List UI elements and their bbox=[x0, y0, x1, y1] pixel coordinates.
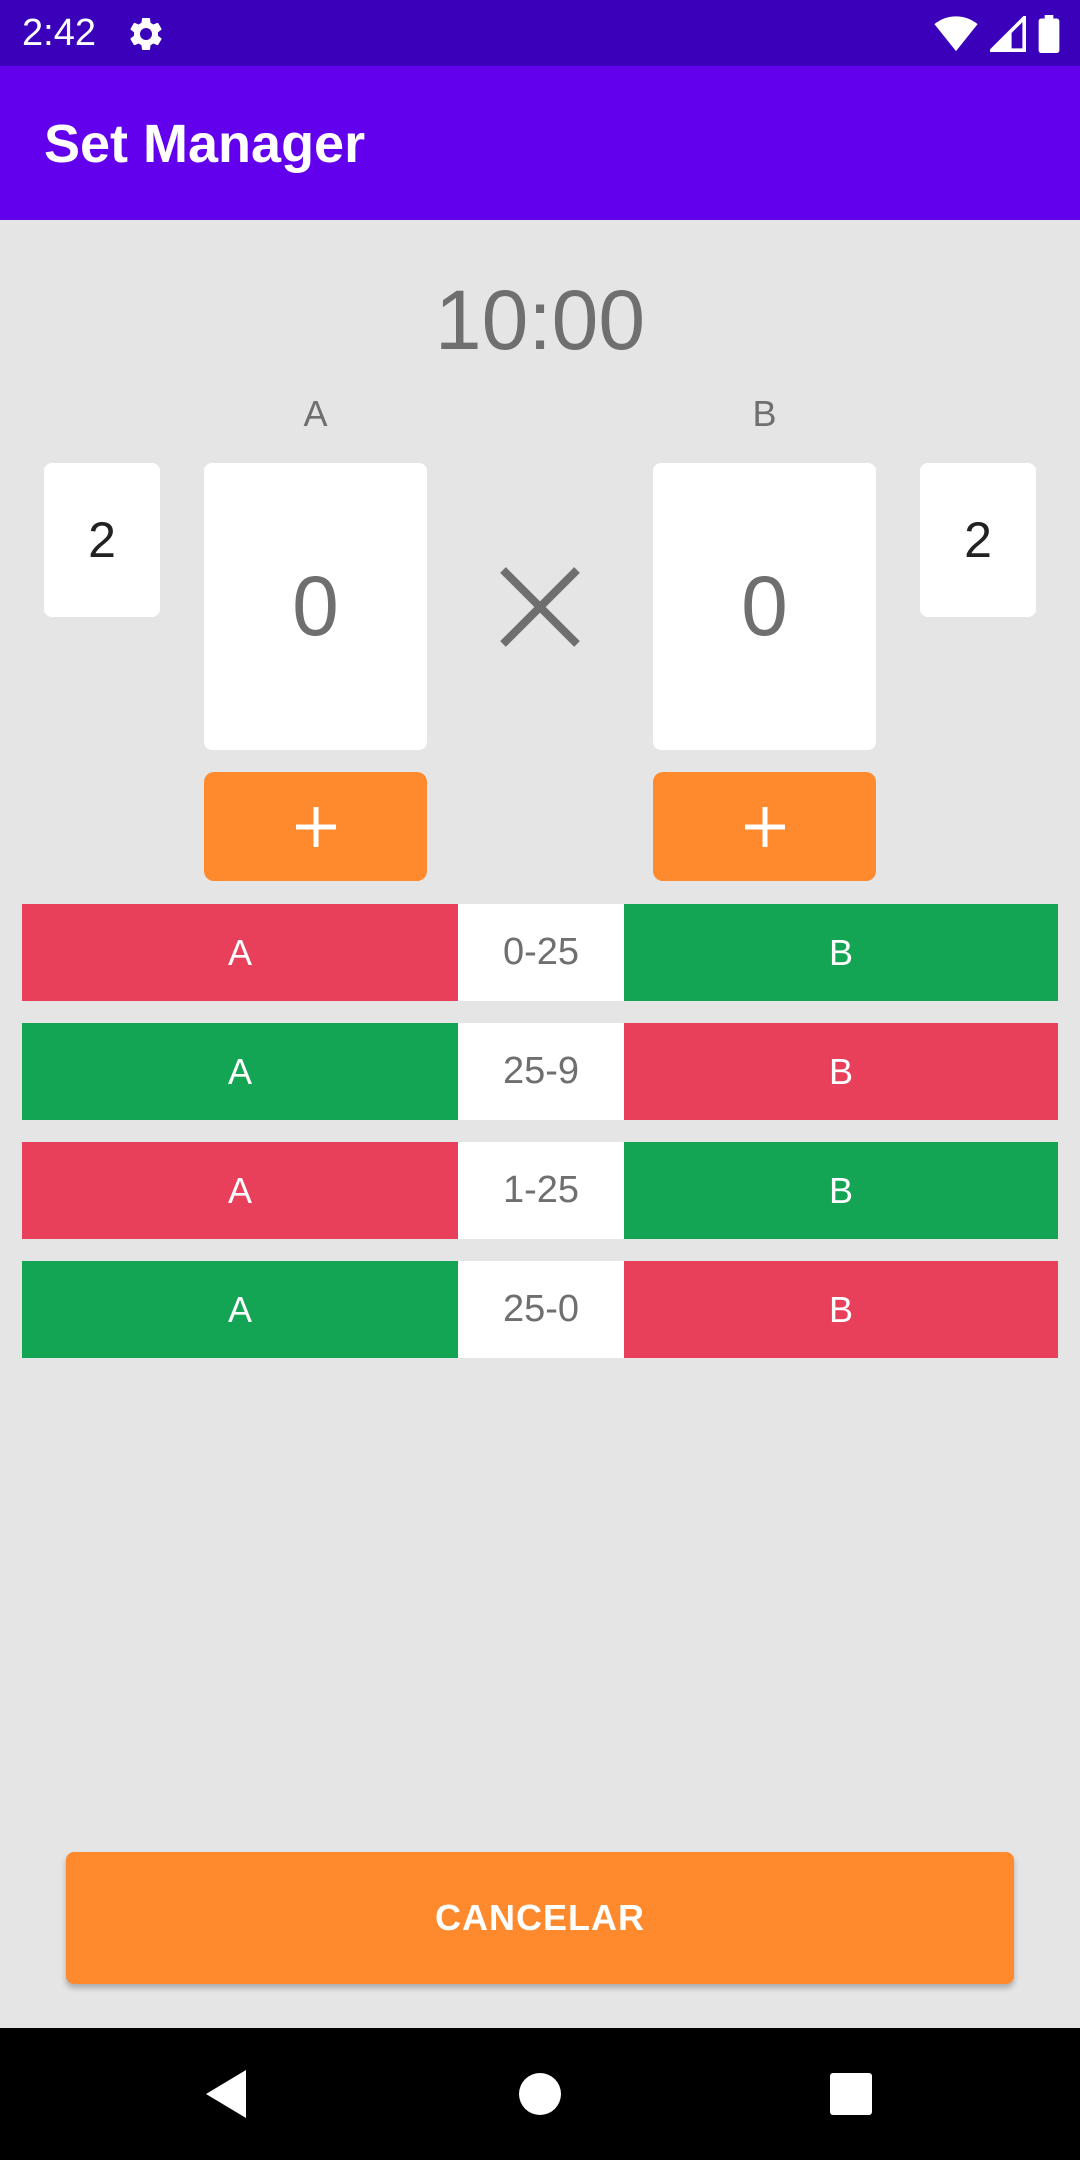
team-a-sets-won: 2 bbox=[44, 463, 160, 617]
team-a-label: A bbox=[303, 393, 328, 434]
team-b-points: 0 bbox=[653, 463, 876, 750]
home-icon[interactable] bbox=[510, 2064, 570, 2124]
set-score-a: 0 bbox=[502, 931, 525, 973]
team-a-points: 0 bbox=[204, 463, 427, 750]
set-row: A 25 - 9 B bbox=[22, 1023, 1058, 1120]
set-row: A 25 - 0 B bbox=[22, 1261, 1058, 1358]
plus-icon bbox=[744, 806, 785, 847]
gear-icon bbox=[130, 17, 162, 50]
set-team-a-cell: A bbox=[22, 1142, 458, 1239]
set-row: A 0 - 25 B bbox=[22, 904, 1058, 1001]
set-score-a: 25 bbox=[502, 1288, 546, 1330]
wifi-icon bbox=[934, 16, 978, 52]
set-score-separator: - bbox=[524, 1169, 537, 1211]
battery-icon bbox=[1038, 15, 1060, 53]
set-score-b: 0 bbox=[557, 1288, 580, 1330]
set-score-separator: - bbox=[545, 1050, 558, 1092]
cancel-button[interactable]: CANCELAR bbox=[66, 1852, 1014, 1984]
set-team-b-cell: B bbox=[624, 1261, 1058, 1358]
set-score: 25 - 9 bbox=[458, 1023, 624, 1120]
set-score-separator: - bbox=[524, 931, 537, 973]
set-score-a: 1 bbox=[502, 1169, 525, 1211]
set-team-a-cell: A bbox=[22, 904, 458, 1001]
plus-icon bbox=[295, 806, 336, 847]
set-score-b: 9 bbox=[557, 1050, 580, 1092]
navigation-bar bbox=[0, 2028, 1080, 2160]
back-icon[interactable] bbox=[196, 2064, 256, 2124]
status-time: 2:42 bbox=[22, 12, 96, 54]
set-team-a-cell: A bbox=[22, 1023, 458, 1120]
app-bar: Set Manager bbox=[0, 66, 1080, 220]
match-timer: 10:00 bbox=[434, 273, 646, 367]
status-bar: 2:42 bbox=[0, 0, 1080, 66]
set-score: 1 - 25 bbox=[458, 1142, 624, 1239]
team-b-sets-won: 2 bbox=[920, 463, 1036, 617]
set-team-b-cell: B bbox=[624, 1142, 1058, 1239]
recents-icon[interactable] bbox=[821, 2064, 881, 2124]
set-team-b-cell: B bbox=[624, 904, 1058, 1001]
set-team-a-cell: A bbox=[22, 1261, 458, 1358]
team-b-add-point-button[interactable] bbox=[653, 772, 876, 881]
set-score: 25 - 0 bbox=[458, 1261, 624, 1358]
app-title: Set Manager bbox=[44, 114, 366, 174]
set-score-separator: - bbox=[545, 1288, 558, 1330]
status-icons bbox=[934, 14, 1060, 54]
close-icon bbox=[500, 567, 580, 647]
set-score: 0 - 25 bbox=[458, 904, 624, 1001]
signal-icon bbox=[990, 16, 1026, 52]
set-score-a: 25 bbox=[502, 1050, 546, 1092]
set-team-b-cell: B bbox=[624, 1023, 1058, 1120]
set-score-b: 25 bbox=[536, 1169, 580, 1211]
set-score-b: 25 bbox=[536, 931, 580, 973]
team-b-label: B bbox=[752, 393, 777, 434]
team-a-add-point-button[interactable] bbox=[204, 772, 427, 881]
set-row: A 1 - 25 B bbox=[22, 1142, 1058, 1239]
